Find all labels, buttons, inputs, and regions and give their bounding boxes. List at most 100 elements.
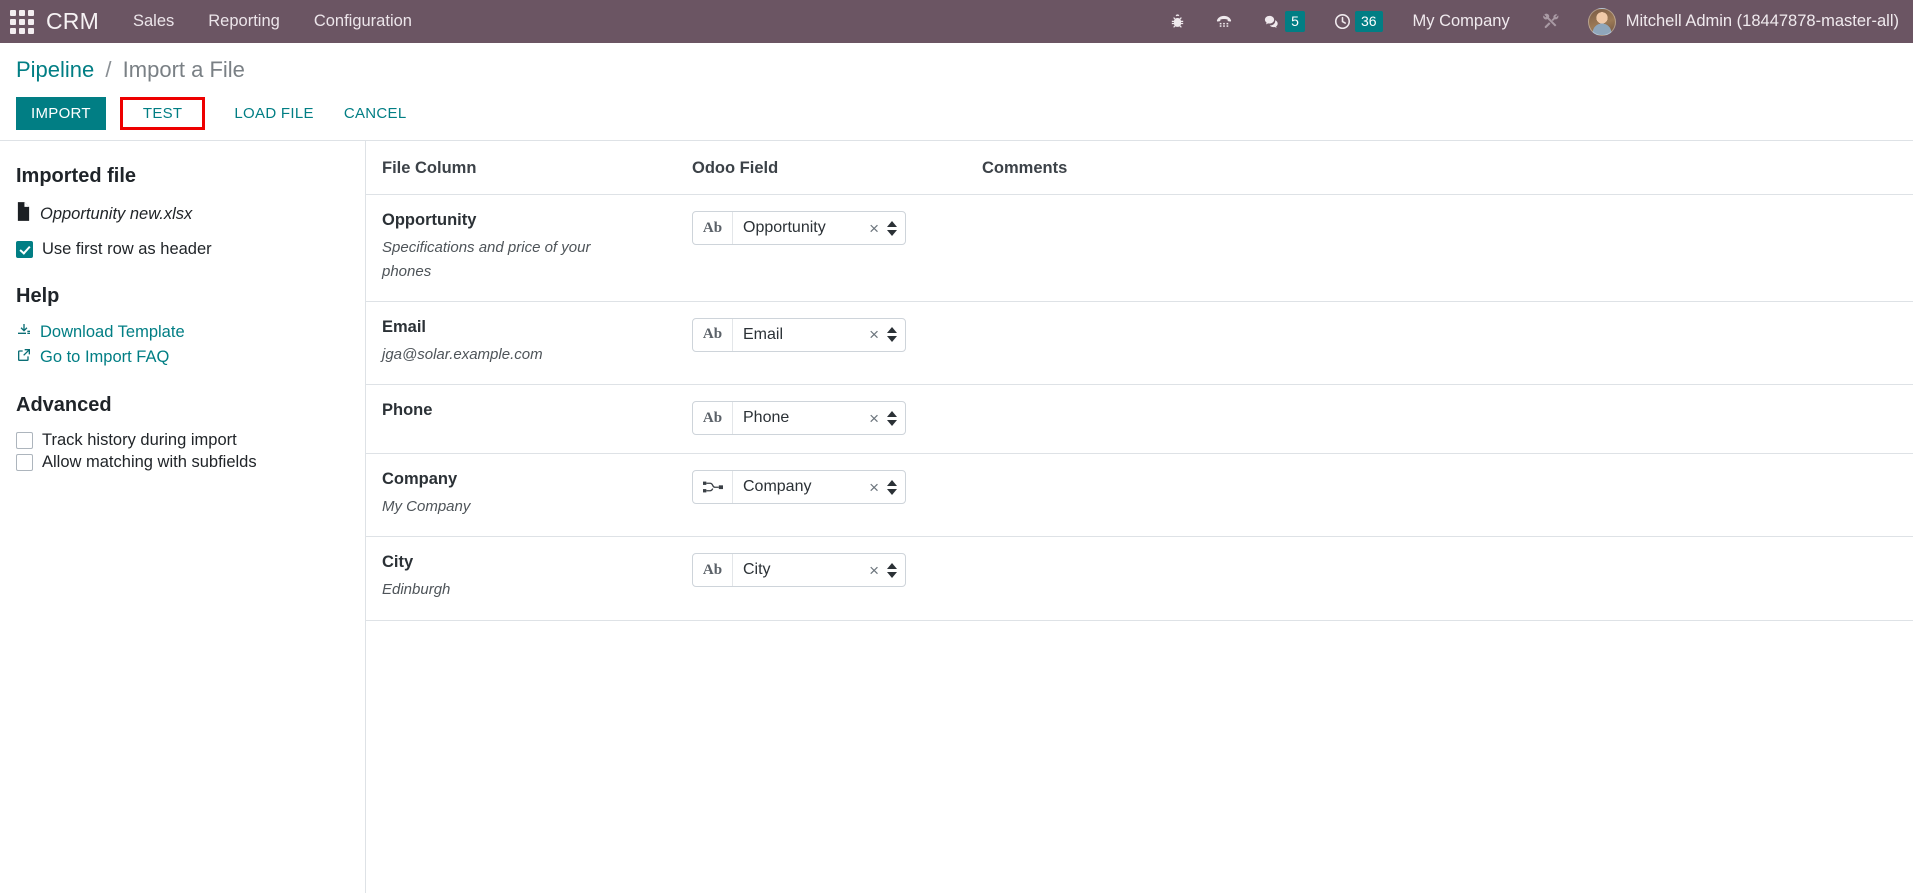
activities-clock-icon[interactable]: 36 (1319, 11, 1397, 32)
user-name: Mitchell Admin (18447878-master-all) (1625, 12, 1899, 30)
file-column-sample: My Company (382, 498, 471, 516)
use-first-row-as-header-checkbox[interactable] (16, 241, 33, 259)
clear-field-icon[interactable]: × (863, 479, 885, 496)
odoo-field-select[interactable]: Company × (692, 470, 906, 505)
text-field-icon: Ab (693, 318, 733, 351)
imported-file-row: Opportunity new.xlsx (16, 202, 347, 226)
chevron-updown-icon[interactable] (885, 562, 905, 578)
phone-dialpad-icon[interactable] (1200, 13, 1248, 30)
table-body: Opportunity Specifications and price of … (366, 194, 1913, 621)
chevron-updown-icon[interactable] (885, 327, 905, 343)
odoo-field-select[interactable]: Ab Phone × (692, 401, 906, 436)
download-icon (16, 322, 32, 343)
use-first-row-as-header-row[interactable]: Use first row as header (16, 240, 347, 259)
column-header-comments: Comments (966, 141, 1913, 196)
file-column-cell: City Edinburgh (366, 536, 676, 621)
odoo-field-value: Company (743, 478, 812, 496)
file-column-sample: Edinburgh (382, 581, 451, 599)
load-file-button[interactable]: LOAD FILE (219, 97, 328, 130)
breadcrumb: Pipeline / Import a File (16, 57, 1897, 83)
file-column-name: City (382, 553, 414, 572)
file-icon (16, 202, 31, 226)
odoo-field-select[interactable]: Ab Opportunity × (692, 211, 906, 246)
odoo-field-cell: Company × (676, 453, 966, 538)
table-row: City Edinburgh Ab City × (366, 536, 1913, 621)
clear-field-icon[interactable]: × (863, 326, 885, 343)
user-menu[interactable]: Mitchell Admin (18447878-master-all) (1576, 7, 1899, 36)
breadcrumb-separator: / (105, 57, 112, 82)
import-button[interactable]: IMPORT (16, 97, 106, 131)
file-column-sample: jga@solar.example.com (382, 345, 543, 363)
action-button-row: IMPORT TEST LOAD FILE CANCEL (16, 97, 1897, 140)
clear-field-icon[interactable]: × (863, 220, 885, 237)
external-link-icon (16, 347, 32, 368)
relation-field-icon (693, 471, 733, 504)
odoo-field-select[interactable]: Ab City × (692, 553, 906, 588)
file-column-cell: Email jga@solar.example.com (366, 301, 676, 386)
comments-cell (966, 453, 1913, 538)
odoo-field-select[interactable]: Ab Email × (692, 317, 906, 352)
field-mapping-table: File Column Odoo Field Comments Opportun… (366, 141, 1913, 621)
field-mapping-table-wrapper: File Column Odoo Field Comments Opportun… (366, 141, 1913, 893)
chevron-updown-icon[interactable] (885, 479, 905, 495)
apps-grid-icon[interactable] (8, 8, 36, 36)
breadcrumb-current: Import a File (122, 57, 245, 82)
odoo-field-cell: Ab City × (676, 536, 966, 621)
messages-badge: 5 (1285, 11, 1305, 32)
advanced-title: Advanced (16, 394, 112, 417)
table-row: Opportunity Specifications and price of … (366, 194, 1913, 302)
tools-icon[interactable] (1526, 12, 1576, 32)
column-header-odoo-field: Odoo Field (676, 141, 966, 196)
text-field-icon: Ab (693, 402, 733, 435)
file-column-name: Email (382, 317, 427, 336)
company-switcher[interactable]: My Company (1397, 12, 1526, 31)
chevron-updown-icon[interactable] (885, 410, 905, 426)
file-column-cell: Company My Company (366, 453, 676, 538)
messages-icon[interactable]: 5 (1248, 11, 1319, 32)
file-column-sample: Specifications and price of your phones (382, 239, 591, 280)
navbar-systray: 5 36 My Company Mitchell Admin (18447878… (1155, 7, 1899, 36)
control-panel: Pipeline / Import a File IMPORT TEST LOA… (0, 43, 1913, 142)
page-body: Imported file Opportunity new.xlsx Use f… (0, 141, 1913, 893)
allow-subfields-row[interactable]: Allow matching with subfields (16, 453, 347, 472)
file-column-cell: Phone (366, 384, 676, 455)
help-title: Help (16, 285, 60, 308)
odoo-field-cell: Ab Opportunity × (676, 194, 966, 302)
odoo-field-cell: Ab Phone × (676, 384, 966, 455)
clear-field-icon[interactable]: × (863, 410, 885, 427)
file-column-name: Opportunity (382, 211, 477, 230)
bug-icon[interactable] (1155, 13, 1200, 30)
nav-item-reporting[interactable]: Reporting (208, 12, 280, 31)
import-faq-link[interactable]: Go to Import FAQ (16, 347, 347, 368)
download-template-link[interactable]: Download Template (16, 322, 347, 343)
column-header-file-column: File Column (366, 141, 676, 196)
activities-badge: 36 (1354, 11, 1383, 32)
test-button[interactable]: TEST (119, 97, 206, 131)
allow-subfields-label: Allow matching with subfields (42, 453, 257, 472)
chevron-updown-icon[interactable] (885, 220, 905, 236)
comments-cell (966, 536, 1913, 621)
table-row: Company My Company Company × (366, 453, 1913, 538)
nav-item-sales[interactable]: Sales (133, 12, 174, 31)
table-row: Phone Ab Phone × (366, 384, 1913, 455)
odoo-field-value: Opportunity (743, 219, 826, 237)
text-field-icon: Ab (693, 554, 733, 587)
imported-file-name: Opportunity new.xlsx (40, 204, 193, 223)
table-head: File Column Odoo Field Comments (366, 141, 1913, 196)
nav-item-configuration[interactable]: Configuration (314, 12, 412, 31)
file-column-cell: Opportunity Specifications and price of … (366, 194, 676, 302)
allow-subfields-checkbox[interactable] (16, 454, 33, 472)
odoo-field-value: City (743, 561, 771, 579)
track-history-row[interactable]: Track history during import (16, 431, 347, 450)
app-brand-crm[interactable]: CRM (46, 8, 99, 35)
breadcrumb-pipeline[interactable]: Pipeline (16, 57, 94, 82)
odoo-field-value: Email (743, 325, 784, 343)
avatar (1587, 7, 1616, 36)
comments-cell (966, 384, 1913, 455)
table-row: Email jga@solar.example.com Ab Email × (366, 301, 1913, 386)
cancel-button[interactable]: CANCEL (329, 97, 422, 130)
track-history-checkbox[interactable] (16, 432, 33, 450)
download-template-label: Download Template (40, 323, 185, 342)
comments-cell (966, 301, 1913, 386)
clear-field-icon[interactable]: × (863, 562, 885, 579)
